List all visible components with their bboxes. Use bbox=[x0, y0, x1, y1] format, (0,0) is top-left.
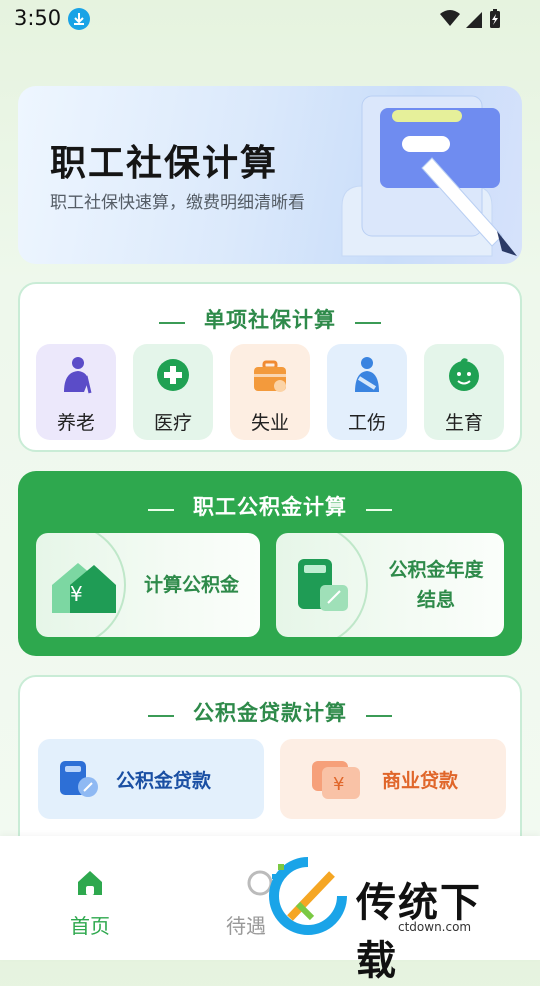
tile-label: 生育 bbox=[444, 412, 483, 434]
calculate-fund-button[interactable]: ¥ 计算公积金 bbox=[36, 533, 260, 637]
annual-interest-label: 公积金年度 结息 bbox=[376, 555, 496, 615]
watermark-logo-icon bbox=[269, 857, 347, 935]
tile-label: 养老 bbox=[56, 412, 95, 434]
injured-worker-icon bbox=[355, 357, 379, 392]
tab-home-label: 首页 bbox=[70, 914, 110, 938]
title-dash bbox=[355, 321, 382, 324]
social-insurance-card: 单项社保计算 养老 医疗 失业 工伤 生育 bbox=[18, 282, 522, 452]
yuan-cards-icon: ¥ bbox=[312, 761, 360, 799]
fund-loan-label: 公积金贷款 bbox=[116, 770, 212, 792]
calculator-icon bbox=[298, 559, 348, 611]
title-dash bbox=[366, 508, 393, 511]
housing-fund-card: 职工公积金计算 ¥ 计算公积金 公积金年度 结息 bbox=[18, 471, 522, 656]
hero-banner[interactable]: 职工社保计算 职工社保快速算，缴费明细清晰看 bbox=[18, 86, 522, 264]
watermark-domain: ctdown.com bbox=[398, 920, 472, 934]
tab-home[interactable]: 首页 bbox=[10, 836, 170, 960]
tile-maternity[interactable]: 生育 bbox=[424, 344, 504, 440]
svg-text:¥: ¥ bbox=[70, 582, 83, 606]
status-bar: 3:50 bbox=[0, 0, 540, 38]
download-icon bbox=[68, 8, 90, 30]
fund-loan-button[interactable]: 公积金贷款 bbox=[38, 739, 264, 819]
status-time: 3:50 bbox=[14, 6, 62, 30]
calculate-fund-label: 计算公积金 bbox=[144, 574, 240, 596]
fund-loan-title: 公积金贷款计算 bbox=[193, 701, 347, 725]
commercial-loan-label: 商业贷款 bbox=[382, 770, 459, 792]
housing-fund-title: 职工公积金计算 bbox=[193, 495, 347, 519]
title-dash bbox=[147, 508, 174, 511]
annual-interest-button[interactable]: 公积金年度 结息 bbox=[276, 533, 504, 637]
tile-pension[interactable]: 养老 bbox=[36, 344, 116, 440]
document-pen-illustration-icon bbox=[341, 95, 517, 257]
house-yuan-icon: ¥ bbox=[52, 563, 116, 613]
tile-label: 医疗 bbox=[153, 412, 192, 434]
tile-medical[interactable]: 医疗 bbox=[133, 344, 213, 440]
watermark: 传统下载 ctdown.com bbox=[268, 852, 518, 984]
title-dash bbox=[147, 714, 174, 717]
tile-label: 工伤 bbox=[347, 412, 386, 434]
medical-cross-icon bbox=[157, 359, 189, 391]
loan-calculator-icon bbox=[60, 761, 98, 797]
signal-battery-icons bbox=[440, 9, 500, 28]
tile-work-injury[interactable]: 工伤 bbox=[327, 344, 407, 440]
banner-subtitle: 职工社保快速算，缴费明细清晰看 bbox=[50, 193, 305, 213]
annual-interest-label-line1: 公积金年度 bbox=[388, 559, 484, 581]
banner-title: 职工社保计算 bbox=[50, 143, 279, 184]
title-dash bbox=[366, 714, 393, 717]
home-icon bbox=[78, 871, 102, 895]
svg-text:¥: ¥ bbox=[333, 774, 344, 795]
title-dash bbox=[158, 321, 185, 324]
commercial-loan-button[interactable]: ¥ 商业贷款 bbox=[280, 739, 506, 819]
social-insurance-title: 单项社保计算 bbox=[204, 308, 336, 332]
tile-label: 失业 bbox=[250, 412, 289, 434]
tile-unemployment[interactable]: 失业 bbox=[230, 344, 310, 440]
briefcase-icon bbox=[254, 360, 286, 392]
baby-icon bbox=[449, 358, 479, 391]
elderly-icon bbox=[64, 357, 92, 394]
annual-interest-label-line2: 结息 bbox=[416, 589, 455, 611]
